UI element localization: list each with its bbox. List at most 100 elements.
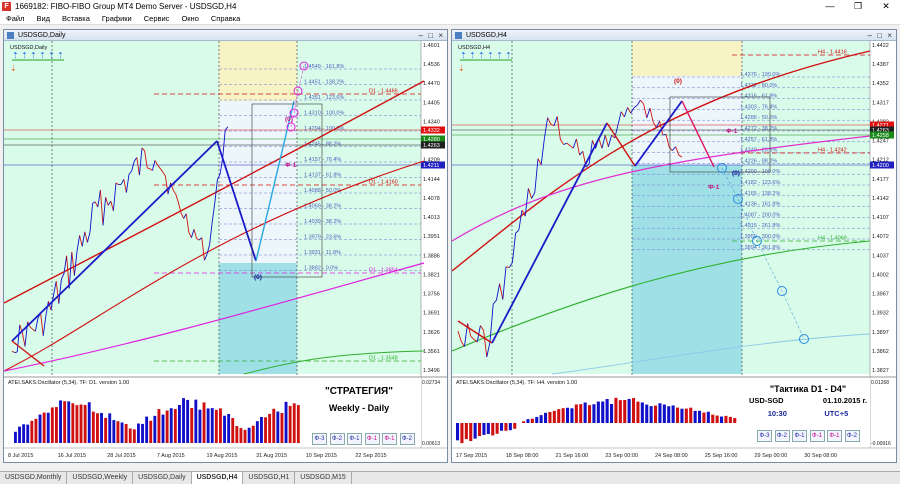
chart-window-titlebar[interactable]: USDSGD,H4 – □ × xyxy=(452,30,896,41)
oscillator-bar-down xyxy=(55,407,58,443)
fibo-nav-button[interactable]: Ф-3 xyxy=(312,433,327,445)
oscillator-bar-up xyxy=(570,408,574,423)
fib-level-label: 1.4316 - 61.8% xyxy=(740,94,777,100)
chart-window-h4[interactable]: USDSGD,H4 – □ × 1.4422 1.4387 1.4352 1.4317… xyxy=(451,29,897,463)
time-tick-label: 30 Sep 08:00 xyxy=(804,453,837,459)
fibo-nav-button[interactable]: Ф-2 xyxy=(329,433,345,445)
fib-level-label: 1.4549 - 161.8% xyxy=(304,64,344,70)
time-tick-label: 23 Sep 00:00 xyxy=(605,453,638,459)
oscillator-bar-up xyxy=(22,424,26,443)
oscillator-bar-down xyxy=(711,414,715,423)
oscillator-bar-down xyxy=(251,425,255,443)
fibo-nav-button[interactable]: Ф-1 xyxy=(347,433,362,445)
oscillator-bar-down xyxy=(214,409,218,443)
fib-level-label: 1.4088 - 50.0% xyxy=(304,188,341,194)
minimize-button[interactable]: — xyxy=(816,0,844,13)
oscillator-bar-down xyxy=(292,403,296,443)
oscillator-bar-down xyxy=(530,418,534,423)
tab-weekly[interactable]: USDSGD,Weekly xyxy=(67,472,134,484)
oscillator-bar-down xyxy=(75,405,79,443)
oscillator-bar-down xyxy=(231,418,235,443)
menu-window[interactable]: Окно xyxy=(175,14,204,23)
level-line-label: D1 - 1.3548 xyxy=(369,356,398,362)
oscillator-bar-up xyxy=(284,401,288,443)
oscillator-bar-up xyxy=(26,424,30,443)
fib-level-label: 1.3882 - 0.0% xyxy=(304,266,338,272)
maximize-button[interactable]: □ xyxy=(428,30,433,41)
zone-cyan xyxy=(632,165,742,374)
fib-level-label: 1.4303 - 76.4% xyxy=(740,104,777,110)
fibo-nav-button[interactable]: Ф-1 xyxy=(809,430,825,442)
fibo-nav-button[interactable]: Ф-2 xyxy=(399,433,415,445)
price-tick-label: 1.4002 xyxy=(872,272,889,278)
tab-daily[interactable]: USDSGD,Daily xyxy=(133,472,192,484)
fib-level-label: 1.4351 - 123.6% xyxy=(304,95,344,101)
tab-m15[interactable]: USDSGD,M15 xyxy=(295,472,352,484)
oscillator-bar-up xyxy=(247,427,251,443)
oscillator-bar-up xyxy=(680,408,684,423)
minimize-button[interactable]: – xyxy=(419,30,423,41)
oscillator-bar-up xyxy=(120,422,124,443)
fibo-nav-button[interactable]: Ф-1 xyxy=(364,433,380,445)
oscillator-bar-up xyxy=(194,399,198,443)
menu-file[interactable]: Файл xyxy=(0,14,30,23)
oscillator-bar-up xyxy=(456,423,460,441)
oscillator-bar-down xyxy=(552,410,556,423)
minimize-button[interactable]: – xyxy=(868,30,872,41)
fib-level-label: 1.4157 - 76.4% xyxy=(304,157,341,163)
oscillator-bar-down xyxy=(504,423,508,431)
price-tick-label: 1.3561 xyxy=(423,349,440,355)
fib-level-label: 1.4015 - 261.8% xyxy=(740,223,780,229)
oscillator-bar-up xyxy=(605,399,609,423)
menu-charts[interactable]: Графики xyxy=(96,14,138,23)
tab-monthly[interactable]: USDSGD,Monthly xyxy=(0,472,68,484)
fibo-nav-button[interactable]: Ф-1 xyxy=(382,433,397,445)
time-tick-label: 21 Sep 16:00 xyxy=(556,453,589,459)
oscillator-bar-down xyxy=(235,425,239,443)
fibo-nav-button[interactable]: Ф-1 xyxy=(792,430,807,442)
chart-window-daily[interactable]: USDSGD,Daily – □ × 1.4601 1.4536 1.4470 1.4… xyxy=(3,29,448,463)
fib-level-label: 1.4087 - 200.0% xyxy=(740,212,780,218)
oscillator-bar-down xyxy=(173,409,177,443)
chart-window-titlebar[interactable]: USDSGD,Daily – □ × xyxy=(4,30,447,41)
oscillator-bar-down xyxy=(684,408,688,423)
oscillator-bar-up xyxy=(38,414,42,443)
menu-tools[interactable]: Сервис xyxy=(138,14,176,23)
up-arrow-icon: ⇡ xyxy=(487,51,494,60)
menu-help[interactable]: Справка xyxy=(205,14,246,23)
close-button[interactable]: × xyxy=(438,30,443,41)
maximize-button[interactable]: ❐ xyxy=(844,0,872,13)
menu-view[interactable]: Вид xyxy=(30,14,56,23)
oscillator-bar-down xyxy=(165,410,169,443)
oscillator-bar-up xyxy=(658,403,662,423)
oscillator-bar-down xyxy=(623,399,627,423)
tab-h1[interactable]: USDSGD,H1 xyxy=(243,472,296,484)
zone-light xyxy=(632,76,742,165)
time-tick-label: 29 Sep 00:00 xyxy=(755,453,788,459)
price-tick-label: 1.4013 xyxy=(423,215,440,221)
tab-h4[interactable]: USDSGD,H4 xyxy=(191,472,244,484)
menu-insert[interactable]: Вставка xyxy=(56,14,96,23)
oscillator-bar-down xyxy=(728,416,732,423)
oscillator-bar-down xyxy=(243,429,247,443)
fibo-nav-button[interactable]: Ф-2 xyxy=(774,430,790,442)
maximize-button[interactable]: □ xyxy=(877,30,882,41)
price-tag-label: 1.4332 xyxy=(423,128,440,134)
price-tick-label: 1.4352 xyxy=(872,81,889,87)
oscillator-bar-up xyxy=(87,402,91,443)
oscillator-bar-up xyxy=(508,423,512,431)
oscillator-bar-up xyxy=(186,399,190,443)
fibo-nav-button[interactable]: Ф-3 xyxy=(757,430,772,442)
close-button[interactable]: × xyxy=(887,30,892,41)
fibo-nav-button[interactable]: Ф-1 xyxy=(827,430,842,442)
fib-level-label: 1.4286 - 50.0% xyxy=(740,115,777,121)
price-tick-label: 1.3886 xyxy=(423,253,440,259)
price-tick-label: 1.4317 xyxy=(872,100,889,106)
price-tag-label: 1.4258 xyxy=(872,133,889,139)
oscillator-bar-up xyxy=(46,412,50,443)
fib-level-label: 1.4039 - 38.2% xyxy=(304,219,341,225)
oscillator-bar-down xyxy=(124,423,128,443)
fibo-nav-button[interactable]: Ф-2 xyxy=(844,430,860,442)
close-button[interactable]: ✕ xyxy=(872,0,900,13)
price-tick-label: 1.3821 xyxy=(423,272,440,278)
